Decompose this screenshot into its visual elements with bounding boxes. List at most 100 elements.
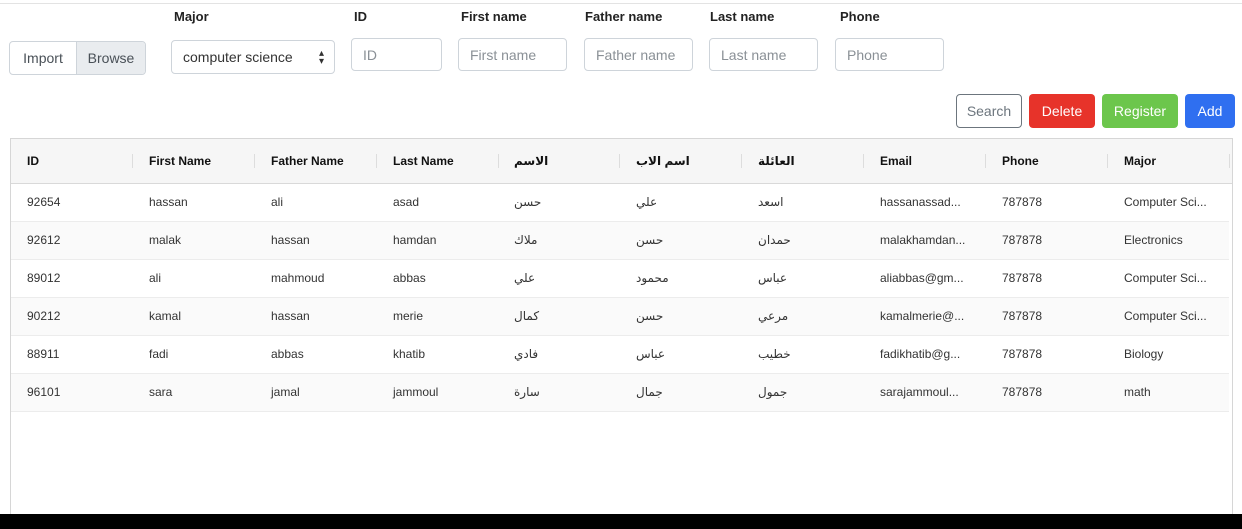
column-header[interactable]: First Name (149, 139, 211, 183)
column-header[interactable]: العائلة (758, 139, 795, 183)
table-cell: jammoul (393, 385, 439, 399)
table-cell: aliabbas@gm... (880, 271, 964, 285)
table-cell: hamdan (393, 233, 437, 247)
delete-button[interactable]: Delete (1029, 94, 1095, 128)
table-cell: ali (271, 195, 284, 209)
register-button[interactable]: Register (1102, 94, 1178, 128)
phone-input[interactable] (835, 38, 944, 71)
import-label: Import (23, 50, 63, 66)
column-header[interactable]: اسم الاب (636, 139, 690, 183)
column-header[interactable]: Father Name (271, 139, 344, 183)
table-cell: malak (149, 233, 182, 247)
table-cell: jamal (271, 385, 300, 399)
table-row[interactable]: 92654 hassan ali asad حسن علي اسعد hassanassad.… (11, 184, 1229, 222)
table-cell: 92612 (27, 233, 61, 247)
table-cell: sarajammoul... (880, 385, 959, 399)
column-resize-handle[interactable] (863, 154, 864, 168)
table-cell: Biology (1124, 347, 1164, 361)
phone-label: Phone (840, 9, 880, 24)
column-header[interactable]: Last Name (393, 139, 454, 183)
table-cell: mahmoud (271, 271, 325, 285)
column-header[interactable]: Email (880, 139, 912, 183)
column-resize-handle[interactable] (132, 154, 133, 168)
table-cell: جمول (758, 385, 788, 399)
column-header[interactable]: ID (27, 139, 39, 183)
table-row[interactable]: 89012 ali mahmoud abbas علي محمود عباس aliabbas… (11, 260, 1229, 298)
first-name-label: First name (461, 9, 527, 24)
table-cell: Computer Sci... (1124, 195, 1207, 209)
id-label: ID (354, 9, 367, 24)
major-label: Major (174, 9, 209, 24)
table-cell: عباس (758, 271, 788, 285)
last-name-input[interactable] (709, 38, 818, 71)
table-cell: 89012 (27, 271, 61, 285)
column-header[interactable]: Major (1124, 139, 1156, 183)
table-cell: abbas (271, 347, 304, 361)
table-cell: ملاك (514, 233, 538, 247)
column-resize-handle[interactable] (741, 154, 742, 168)
table-cell: 787878 (1002, 385, 1043, 399)
table-cell: kamal (149, 309, 182, 323)
table-cell: 92654 (27, 195, 61, 209)
id-input[interactable] (351, 38, 442, 71)
column-resize-handle[interactable] (376, 154, 377, 168)
add-button[interactable]: Add (1185, 94, 1235, 128)
table-cell: hassan (271, 309, 310, 323)
table-cell: Computer Sci... (1124, 271, 1207, 285)
table-cell: hassan (271, 233, 310, 247)
first-name-input[interactable] (458, 38, 567, 71)
table-header: ID First Name Father Name Last Name الاسم اسم… (11, 139, 1232, 184)
column-resize-handle[interactable] (254, 154, 255, 168)
table-row[interactable]: 96101 sara jamal jammoul سارة جمال جمول sarajam… (11, 374, 1229, 412)
top-divider (0, 3, 1242, 4)
major-select[interactable]: computer science ▴ ▾ (171, 40, 335, 74)
browse-button[interactable]: Browse (76, 42, 145, 74)
students-table: ID First Name Father Name Last Name الاسم اسم… (10, 138, 1233, 528)
select-arrows-icon: ▴ ▾ (318, 48, 324, 67)
table-cell: خطيب (758, 347, 791, 361)
table-cell: fadi (149, 347, 169, 361)
table-cell: hassan (149, 195, 188, 209)
table-cell: malakhamdan... (880, 233, 966, 247)
major-value: computer science (183, 49, 293, 65)
table-cell: math (1124, 385, 1151, 399)
table-row[interactable]: 92612 malak hassan hamdan ملاك حسن حمدان malakh… (11, 222, 1229, 260)
table-row[interactable]: 88911 fadi abbas khatib فادي عباس خطيب fadikhat… (11, 336, 1229, 374)
last-name-label: Last name (710, 9, 775, 24)
father-name-input[interactable] (584, 38, 693, 71)
table-cell: عباس (636, 347, 666, 361)
table-row[interactable]: 90212 kamal hassan merie كمال حسن مرعي kamalmer… (11, 298, 1229, 336)
table-cell: محمود (636, 271, 669, 285)
column-resize-handle[interactable] (1107, 154, 1108, 168)
table-cell: كمال (514, 309, 540, 323)
column-resize-handle[interactable] (498, 154, 499, 168)
father-name-label: Father name (585, 9, 663, 24)
table-cell: 787878 (1002, 233, 1043, 247)
table-cell: 787878 (1002, 195, 1043, 209)
table-cell: 787878 (1002, 309, 1043, 323)
column-resize-handle[interactable] (1229, 154, 1230, 168)
table-cell: hassanassad... (880, 195, 961, 209)
column-resize-handle[interactable] (985, 154, 986, 168)
bottom-bar (0, 514, 1242, 529)
column-header[interactable]: الاسم (514, 139, 548, 183)
table-cell: حمدان (758, 233, 791, 247)
table-cell: fadikhatib@g... (880, 347, 961, 361)
column-resize-handle[interactable] (619, 154, 620, 168)
table-cell: merie (393, 309, 424, 323)
file-input[interactable]: Import Browse (9, 41, 146, 75)
table-cell: 787878 (1002, 271, 1043, 285)
table-cell: حسن (514, 195, 542, 209)
table-cell: علي (636, 195, 658, 209)
column-header[interactable]: Phone (1002, 139, 1039, 183)
table-cell: فادي (514, 347, 539, 361)
table-cell: علي (514, 271, 536, 285)
search-button[interactable]: Search (956, 94, 1022, 128)
table-cell: 88911 (27, 347, 60, 361)
table-cell: حسن (636, 233, 664, 247)
table-cell: 96101 (27, 385, 61, 399)
table-cell: 787878 (1002, 347, 1043, 361)
table-cell: asad (393, 195, 420, 209)
table-cell: سارة (514, 385, 540, 399)
table-cell: kamalmerie@... (880, 309, 965, 323)
